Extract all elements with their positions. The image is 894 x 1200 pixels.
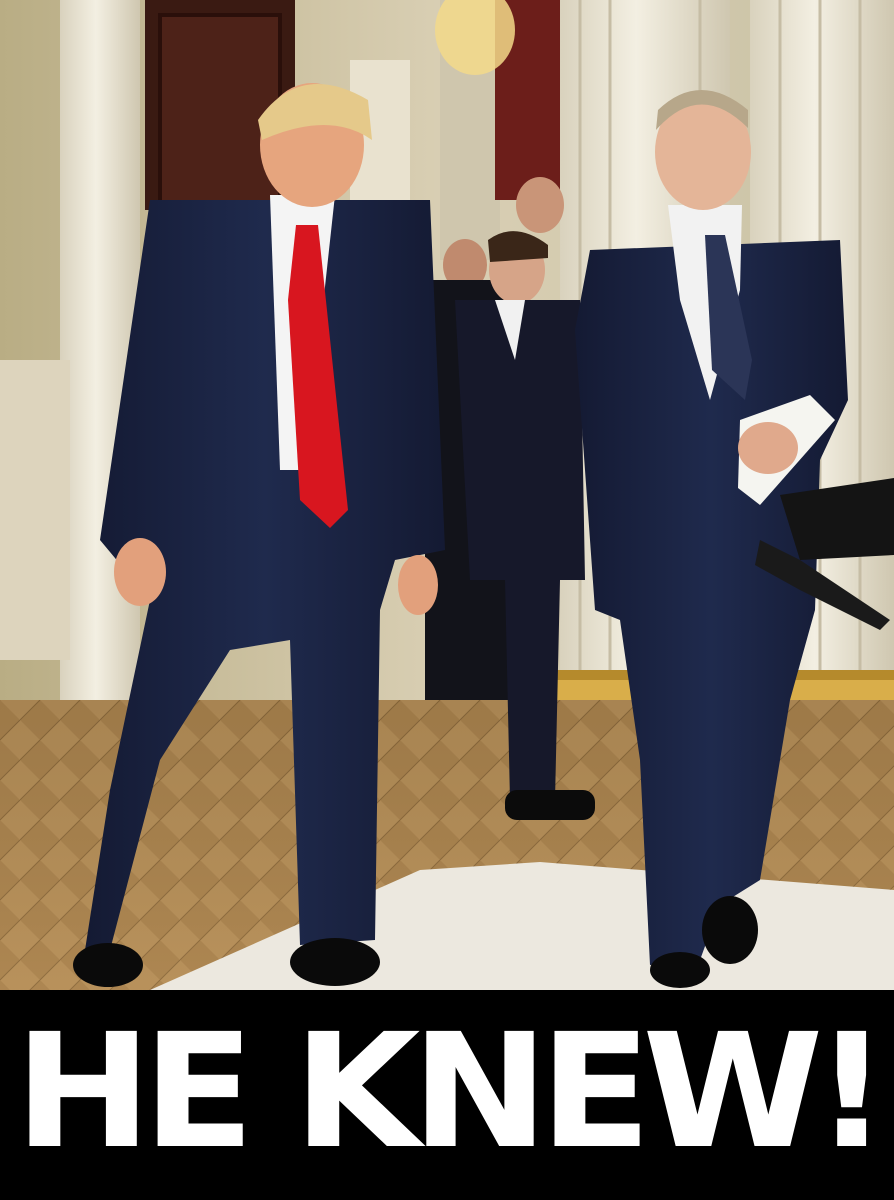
caption-band: HE KNEW! [0,990,894,1200]
caption-text: HE KNEW! [14,1000,889,1184]
photo [0,0,894,990]
